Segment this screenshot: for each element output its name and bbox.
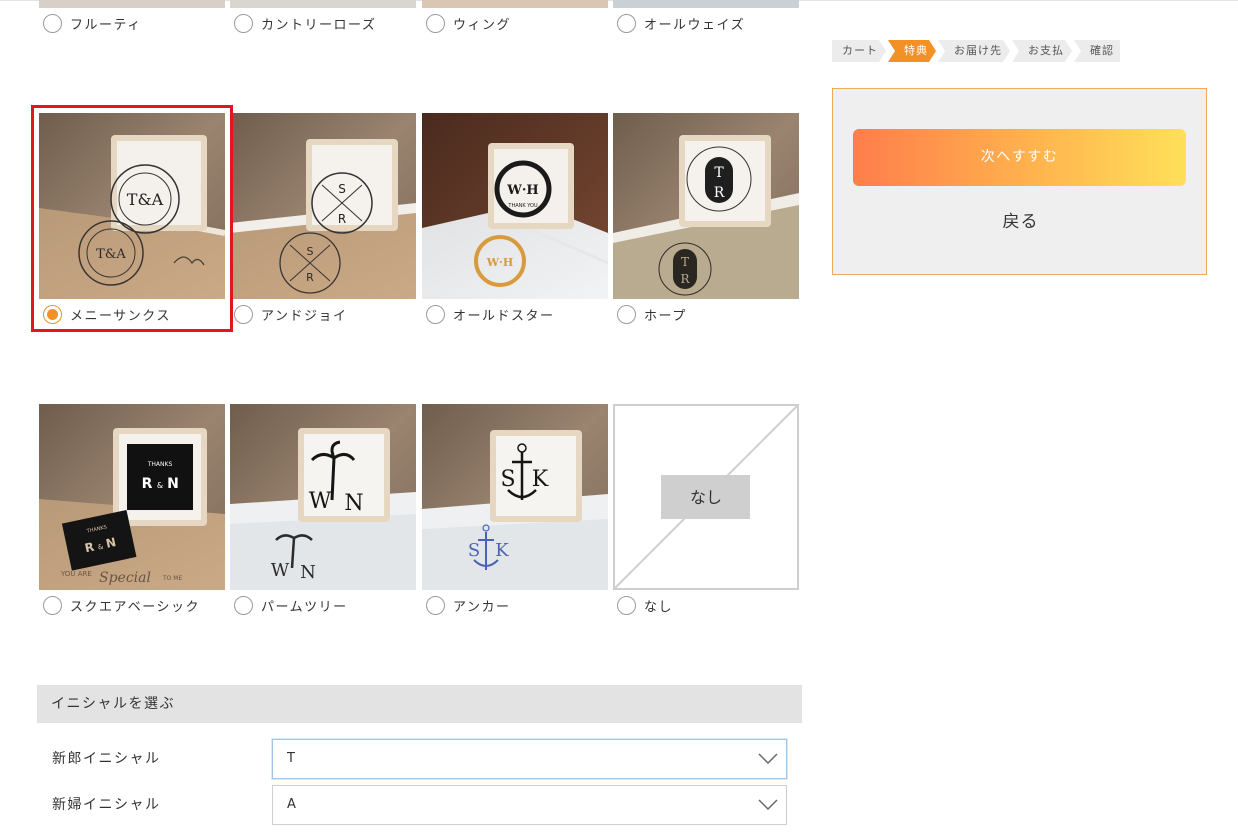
svg-text:R: R <box>714 185 725 201</box>
option-label: ウィング <box>453 18 512 33</box>
svg-text:S: S <box>307 245 314 258</box>
svg-text:T&A: T&A <box>96 247 126 262</box>
svg-text:S: S <box>338 182 346 196</box>
option-hope[interactable]: ホープ <box>617 305 687 324</box>
svg-text:N: N <box>300 562 316 583</box>
next-button[interactable]: 次へすすむ <box>853 129 1186 186</box>
option-always[interactable]: オールウェイズ <box>617 14 745 33</box>
radio-button[interactable] <box>234 305 253 324</box>
option-and-joy[interactable]: アンドジョイ <box>234 305 347 324</box>
svg-text:S: S <box>468 540 480 561</box>
svg-text:Special: Special <box>99 570 151 586</box>
option-label: パームツリー <box>261 600 348 615</box>
no-stamp-image[interactable]: なし <box>613 404 799 590</box>
option-label: ホープ <box>644 309 687 324</box>
option-palm-tree[interactable]: パームツリー <box>234 596 348 615</box>
radio-button-selected[interactable] <box>43 305 62 324</box>
option-square-basic[interactable]: スクエアベーシック <box>43 596 200 615</box>
option-label: オールウェイズ <box>644 18 746 33</box>
radio-button[interactable] <box>43 596 62 615</box>
radio-button[interactable] <box>617 14 636 33</box>
groom-initial-select[interactable]: T <box>272 739 787 779</box>
step-cart: カート <box>832 40 886 62</box>
step-confirm: 確認 <box>1074 40 1120 62</box>
svg-text:T: T <box>681 255 689 269</box>
chevron-down-icon <box>758 753 778 765</box>
initials-section-header: イニシャルを選ぶ <box>37 685 802 723</box>
groom-initial-value: T <box>287 751 295 766</box>
svg-text:なし: なし <box>690 488 722 507</box>
svg-text:THANKS: THANKS <box>147 461 173 468</box>
step-bonus: 特典 <box>888 40 936 62</box>
radio-button[interactable] <box>426 14 445 33</box>
radio-button[interactable] <box>426 305 445 324</box>
option-label: オールドスター <box>453 309 555 324</box>
chevron-down-icon <box>758 799 778 811</box>
option-none[interactable]: なし <box>617 596 673 615</box>
svg-text:N: N <box>167 476 179 492</box>
svg-text:T&A: T&A <box>127 190 164 209</box>
thumb-partial-2 <box>230 0 416 8</box>
stamp-image[interactable]: T&A T&A <box>39 113 225 299</box>
bride-initial-label: 新婦イニシャル <box>52 797 161 813</box>
svg-text:S: S <box>500 467 515 492</box>
radio-button[interactable] <box>234 14 253 33</box>
stamp-selection-page: フルーティ カントリーローズ ウィング オールウェイズ T&A T&A メニーサ… <box>0 0 1238 835</box>
stamp-image[interactable]: W N W N <box>230 404 416 590</box>
svg-text:W: W <box>309 489 332 514</box>
option-country-rose[interactable]: カントリーローズ <box>234 14 376 33</box>
option-label: アンカー <box>453 600 511 615</box>
radio-button[interactable] <box>617 305 636 324</box>
svg-text:&: & <box>157 481 163 490</box>
option-label: カントリーローズ <box>261 18 377 33</box>
option-old-star[interactable]: オールドスター <box>426 305 555 324</box>
svg-text:YOU ARE: YOU ARE <box>60 570 92 578</box>
option-label: スクエアベーシック <box>70 600 200 615</box>
radio-button[interactable] <box>43 14 62 33</box>
radio-button[interactable] <box>234 596 253 615</box>
svg-text:R: R <box>142 476 153 492</box>
svg-text:K: K <box>532 467 549 492</box>
svg-text:W·H: W·H <box>506 183 538 198</box>
option-label: なし <box>644 600 674 615</box>
checkout-progress-steps: カート 特典 お届け先 お支払 確認 <box>832 40 1122 62</box>
svg-text:R: R <box>306 271 314 284</box>
option-anchor[interactable]: アンカー <box>426 596 510 615</box>
svg-text:R: R <box>680 272 690 286</box>
back-link[interactable]: 戻る <box>833 207 1208 232</box>
stamp-image[interactable]: W·H THANK YOU W·H <box>422 113 608 299</box>
svg-text:W·H: W·H <box>486 256 514 269</box>
svg-text:R: R <box>338 212 346 226</box>
thumb-partial-4 <box>613 0 799 8</box>
step-delivery: お届け先 <box>938 40 1010 62</box>
radio-button[interactable] <box>617 596 636 615</box>
step-payment: お支払 <box>1012 40 1072 62</box>
stamp-image[interactable]: S K S K <box>422 404 608 590</box>
checkout-action-panel: 次へすすむ 戻る <box>832 88 1207 275</box>
stamp-image[interactable]: S R S R <box>230 113 416 299</box>
bride-initial-value: A <box>287 797 296 812</box>
svg-text:THANK YOU: THANK YOU <box>507 203 538 209</box>
option-label: アンドジョイ <box>261 309 348 324</box>
stamp-image[interactable]: THANKS R & N THANKS R & N YOU ARE Specia… <box>39 404 225 590</box>
radio-button[interactable] <box>426 596 445 615</box>
option-wing[interactable]: ウィング <box>426 14 511 33</box>
option-fruity[interactable]: フルーティ <box>43 14 142 33</box>
svg-text:N: N <box>344 491 363 516</box>
option-label: メニーサンクス <box>70 309 171 324</box>
svg-text:TO ME: TO ME <box>162 575 182 582</box>
svg-text:K: K <box>495 540 509 561</box>
svg-text:W: W <box>271 560 290 581</box>
bride-initial-select[interactable]: A <box>272 785 787 825</box>
thumb-partial-3 <box>422 0 608 8</box>
groom-initial-label: 新郎イニシャル <box>52 751 161 767</box>
thumb-partial-1 <box>39 0 225 8</box>
option-many-thanks[interactable]: メニーサンクス <box>43 305 171 324</box>
option-label: フルーティ <box>70 18 142 33</box>
svg-text:T: T <box>714 165 724 181</box>
stamp-image[interactable]: T R T R <box>613 113 799 299</box>
